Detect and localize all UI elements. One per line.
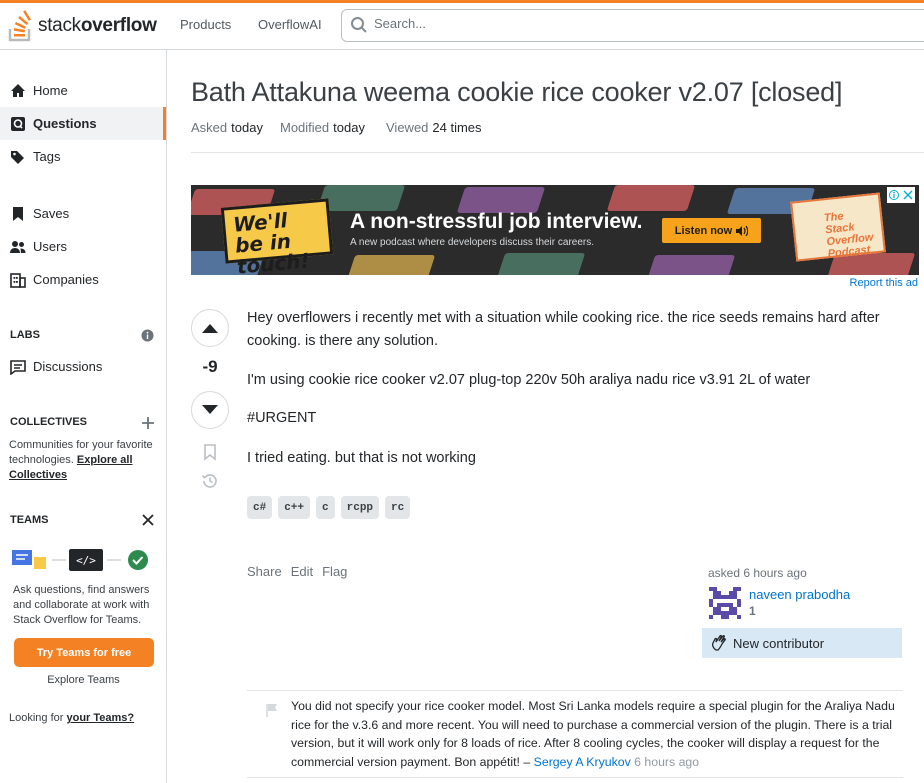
- upvote-button[interactable]: [191, 309, 229, 347]
- companies-icon: [10, 272, 26, 288]
- tag-csharp[interactable]: c#: [247, 496, 273, 519]
- post-paragraph: Hey overflowers i recently met with a si…: [247, 310, 880, 349]
- collectives-text: Communities for your favorite technologi…: [9, 439, 153, 481]
- users-icon: [10, 240, 26, 253]
- ad-subtitle: A new podcast where developers discuss t…: [350, 237, 595, 248]
- viewed-meta: Viewed 24 times: [386, 120, 482, 135]
- teams-illustration: </>: [12, 549, 148, 571]
- nav-overflowai[interactable]: OverflowAI: [258, 17, 322, 32]
- discussions-icon: [10, 359, 26, 375]
- downvote-button[interactable]: [191, 391, 229, 429]
- tag-icon: [11, 150, 24, 164]
- tag-rcpp[interactable]: rcpp: [340, 496, 380, 519]
- sidebar-item-users[interactable]: Users: [0, 230, 166, 263]
- new-contributor-badge[interactable]: New contributor: [702, 628, 902, 658]
- vote-count: -9: [202, 357, 218, 376]
- owner-reputation: 1: [749, 604, 756, 618]
- top-bar: stackoverflow Products OverflowAI: [0, 0, 924, 50]
- new-contributor-label: New contributor: [733, 635, 825, 651]
- downvote-icon: [202, 405, 218, 414]
- left-sidebar: Home Questions Tags Saves Users Companie…: [0, 50, 167, 783]
- avatar[interactable]: [709, 587, 741, 619]
- sidebar-item-label: Companies: [33, 272, 99, 287]
- post-actions: Share Edit Flag: [247, 564, 347, 579]
- tag-c[interactable]: c: [316, 496, 335, 519]
- sidebar-item-label: Users: [33, 239, 67, 254]
- sidebar-item-saves[interactable]: Saves: [0, 197, 166, 230]
- question-title[interactable]: Bath Attakuna weema cookie rice cooker v…: [191, 77, 842, 108]
- svg-text:</>: </>: [76, 554, 96, 567]
- sidebar-item-discussions[interactable]: Discussions: [0, 350, 166, 383]
- stackoverflow-logo-icon: [8, 10, 32, 42]
- modified-meta: Modified today: [280, 120, 365, 135]
- speaker-icon: [736, 225, 749, 236]
- flag-link[interactable]: Flag: [322, 564, 347, 579]
- sidebar-item-label: Questions: [33, 116, 97, 131]
- comment: You did not specify your rice cooker mod…: [247, 690, 903, 778]
- upvote-icon: [202, 324, 218, 333]
- search-icon: [351, 17, 367, 33]
- plus-icon[interactable]: [142, 417, 154, 429]
- ad-podcast-logo: The Stack Overflow Podcast: [790, 192, 886, 262]
- sidebar-item-companies[interactable]: Companies: [0, 263, 166, 296]
- stackoverflow-logo[interactable]: stackoverflow: [8, 8, 157, 44]
- questions-icon: [11, 116, 25, 131]
- tag-cpp[interactable]: c++: [278, 496, 311, 519]
- ad-close-icon: [903, 190, 913, 200]
- explore-teams-link[interactable]: Explore Teams: [0, 674, 167, 686]
- asked-time: asked 6 hours ago: [708, 566, 807, 580]
- owner-card: asked 6 hours ago naveen prabodha 1: [702, 566, 902, 619]
- looking-for-teams: Looking for your Teams?: [9, 712, 135, 724]
- search-box[interactable]: [341, 9, 924, 42]
- comment-user-link[interactable]: Sergey A Kryukov: [534, 755, 631, 769]
- tag-list: c# c++ c rcpp rc: [247, 496, 411, 519]
- listen-now-button[interactable]: Listen now: [662, 218, 761, 243]
- sidebar-item-tags[interactable]: Tags: [0, 140, 166, 173]
- teams-heading: TEAMS: [10, 514, 49, 526]
- ad-choices-icon: [889, 190, 899, 200]
- sidebar-item-questions[interactable]: Questions: [0, 107, 166, 140]
- report-ad-link[interactable]: Report this ad: [850, 277, 918, 289]
- share-link[interactable]: Share: [247, 564, 282, 579]
- teams-text: Ask questions, find answers and collabor…: [13, 584, 150, 626]
- edit-link[interactable]: Edit: [291, 564, 313, 579]
- ad-banner[interactable]: We'll be in touch! A non-stressful job i…: [191, 185, 919, 275]
- nav-products[interactable]: Products: [180, 17, 231, 32]
- labs-heading: LABS: [10, 329, 40, 341]
- flag-icon[interactable]: [265, 703, 279, 717]
- sidebar-item-label: Saves: [33, 206, 70, 221]
- ad-badge: We'll be in touch!: [220, 198, 334, 275]
- logo-text: stackoverflow: [38, 15, 157, 36]
- info-icon[interactable]: [141, 329, 154, 342]
- wave-icon: [711, 634, 726, 651]
- owner-name-link[interactable]: naveen prabodha: [749, 587, 850, 602]
- collectives-heading: COLLECTIVES: [10, 416, 88, 428]
- home-icon: [11, 83, 25, 97]
- sidebar-item-label: Discussions: [33, 359, 103, 374]
- tag-rc[interactable]: rc: [385, 496, 411, 519]
- post-paragraph: I'm using cookie rice cooker v2.07 plug-…: [247, 372, 811, 388]
- ad-headline: A non-stressful job interview.: [350, 210, 643, 233]
- post-paragraph: I tried eating. but that is not working: [247, 450, 476, 466]
- comment-time: 6 hours ago: [634, 754, 700, 769]
- history-icon[interactable]: [201, 472, 219, 490]
- bookmark-icon[interactable]: [201, 443, 219, 461]
- close-icon[interactable]: [142, 514, 154, 526]
- try-teams-button[interactable]: Try Teams for free: [14, 638, 154, 667]
- search-input[interactable]: [374, 16, 774, 31]
- header-divider: [191, 152, 924, 153]
- sidebar-item-home[interactable]: Home: [0, 74, 166, 107]
- sidebar-item-label: Home: [33, 83, 68, 98]
- post-paragraph: #URGENT: [247, 410, 317, 426]
- sidebar-item-label: Tags: [33, 149, 61, 164]
- listen-now-label: Listen now: [674, 224, 733, 237]
- comment-text: You did not specify your rice cooker mod…: [291, 697, 901, 771]
- bookmark-icon: [13, 206, 23, 221]
- asked-meta: Asked today: [191, 120, 263, 135]
- your-teams-link[interactable]: your Teams?: [67, 712, 135, 724]
- ad-info[interactable]: [887, 187, 915, 203]
